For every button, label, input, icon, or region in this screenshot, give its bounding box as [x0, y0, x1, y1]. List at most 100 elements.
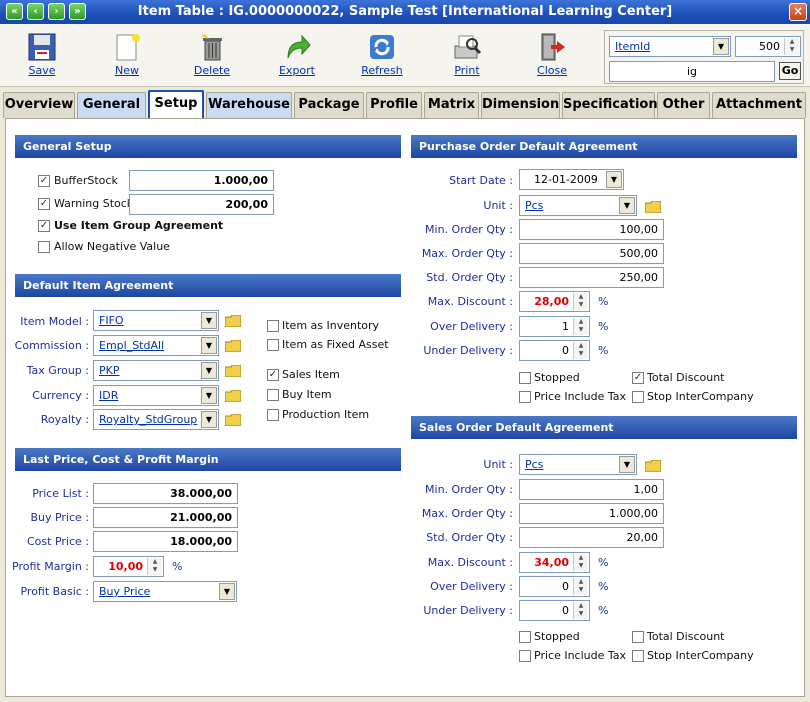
royalty-select[interactable]: Royalty_StdGroup ▼: [93, 409, 219, 430]
new-button[interactable]: New: [97, 28, 157, 84]
po-max-discount-label: Max. Discount :: [427, 295, 513, 308]
so-under-delivery-stepper[interactable]: 0 ▲ ▼: [519, 600, 590, 621]
po-stop-intercompany-checkbox[interactable]: [632, 391, 644, 403]
folder-icon[interactable]: [645, 460, 661, 472]
tab-attachment[interactable]: Attachment: [712, 92, 806, 118]
tab-setup[interactable]: Setup: [148, 90, 204, 118]
buy-price-field[interactable]: 21.000,00: [93, 507, 238, 528]
tax-group-value: PKP: [99, 364, 120, 377]
chevron-down-icon[interactable]: ▼: [713, 38, 729, 55]
po-under-delivery-stepper[interactable]: 0 ▲ ▼: [519, 340, 590, 361]
export-button[interactable]: Export: [267, 28, 327, 84]
po-std-qty-field[interactable]: 250,00: [519, 267, 664, 288]
save-button[interactable]: Save: [12, 28, 72, 84]
po-max-discount-stepper[interactable]: 28,00 ▲ ▼: [519, 291, 590, 312]
title-bar: « ‹ › » Item Table : IG.0000000022, Samp…: [0, 0, 810, 24]
search-field-select[interactable]: ItemId ▼: [609, 36, 731, 57]
tab-dimension[interactable]: Dimension: [481, 92, 560, 118]
spin-arrows-icon[interactable]: ▲ ▼: [573, 602, 588, 619]
folder-icon[interactable]: [225, 340, 241, 352]
start-date-picker[interactable]: 12-01-2009 ▼: [519, 169, 624, 190]
so-std-qty-field[interactable]: 20,00: [519, 527, 664, 548]
po-price-include-tax-checkbox[interactable]: [519, 391, 531, 403]
price-list-field[interactable]: 38.000,00: [93, 483, 238, 504]
buffer-stock-checkbox[interactable]: ✓: [38, 175, 50, 187]
folder-icon[interactable]: [225, 315, 241, 327]
po-under-delivery-value: 0: [562, 344, 569, 357]
refresh-button[interactable]: Refresh: [352, 28, 412, 84]
chevron-down-icon[interactable]: ▼: [619, 456, 635, 473]
po-total-discount-checkbox[interactable]: ✓: [632, 372, 644, 384]
use-group-agreement-checkbox[interactable]: ✓: [38, 220, 50, 232]
so-stopped-checkbox[interactable]: [519, 631, 531, 643]
chevron-down-icon[interactable]: ▼: [201, 337, 217, 354]
so-stop-intercompany-checkbox[interactable]: [632, 650, 644, 662]
print-button[interactable]: Print: [437, 28, 497, 84]
tab-overview[interactable]: Overview: [3, 92, 75, 118]
tab-matrix[interactable]: Matrix: [424, 92, 479, 118]
so-total-discount-checkbox[interactable]: [632, 631, 644, 643]
po-over-delivery-stepper[interactable]: 1 ▲ ▼: [519, 316, 590, 337]
tab-other[interactable]: Other: [657, 92, 710, 118]
so-unit-select[interactable]: Pcs ▼: [519, 454, 637, 475]
currency-select[interactable]: IDR ▼: [93, 385, 219, 406]
close-button[interactable]: Close: [522, 28, 582, 84]
so-min-qty-field[interactable]: 1,00: [519, 479, 664, 500]
profit-margin-stepper[interactable]: 10,00 ▲ ▼: [93, 556, 164, 577]
commission-select[interactable]: Empl_StdAll ▼: [93, 335, 219, 356]
warning-stock-field[interactable]: 200,00: [129, 194, 274, 215]
tab-specification[interactable]: Specification: [562, 92, 658, 118]
folder-icon[interactable]: [225, 390, 241, 402]
chevron-down-icon[interactable]: ▼: [201, 312, 217, 329]
chevron-down-icon[interactable]: ▼: [201, 387, 217, 404]
sales-item-checkbox[interactable]: ✓: [267, 369, 279, 381]
chevron-down-icon[interactable]: ▼: [619, 197, 635, 214]
folder-icon[interactable]: [225, 414, 241, 426]
tab-warehouse[interactable]: Warehouse: [206, 92, 292, 118]
delete-button[interactable]: Delete: [182, 28, 242, 84]
commission-value: Empl_StdAll: [99, 339, 165, 352]
item-as-fixed-asset-checkbox[interactable]: [267, 339, 279, 351]
currency-value: IDR: [99, 389, 119, 402]
chevron-down-icon[interactable]: ▼: [201, 411, 217, 428]
cost-price-field[interactable]: 18.000,00: [93, 531, 238, 552]
tax-group-select[interactable]: PKP ▼: [93, 360, 219, 381]
search-input[interactable]: ig: [609, 61, 775, 82]
po-max-qty-field[interactable]: 500,00: [519, 243, 664, 264]
profit-basic-select[interactable]: Buy Price ▼: [93, 581, 237, 602]
tab-package[interactable]: Package: [294, 92, 364, 118]
warning-stock-checkbox[interactable]: ✓: [38, 198, 50, 210]
chevron-down-icon[interactable]: ▼: [219, 583, 235, 600]
folder-icon[interactable]: [225, 365, 241, 377]
window-close-button[interactable]: ×: [789, 3, 807, 21]
exit-door-icon: [541, 33, 565, 61]
item-as-inventory-checkbox[interactable]: [267, 320, 279, 332]
spin-arrows-icon[interactable]: ▲ ▼: [147, 558, 162, 575]
tab-profile[interactable]: Profile: [366, 92, 422, 118]
allow-negative-checkbox[interactable]: [38, 241, 50, 253]
po-min-qty-field[interactable]: 100,00: [519, 219, 664, 240]
search-limit-stepper[interactable]: 500 ▲ ▼: [735, 36, 801, 57]
spin-arrows-icon[interactable]: ▲ ▼: [573, 342, 588, 359]
go-button[interactable]: Go: [779, 62, 801, 80]
item-model-select[interactable]: FIFO ▼: [93, 310, 219, 331]
spin-arrows-icon[interactable]: ▲ ▼: [573, 318, 588, 335]
cost-price-label: Cost Price :: [27, 535, 89, 548]
chevron-down-icon[interactable]: ▼: [201, 362, 217, 379]
spin-arrows-icon[interactable]: ▲ ▼: [573, 554, 588, 571]
chevron-down-icon[interactable]: ▼: [606, 171, 622, 188]
so-over-delivery-stepper[interactable]: 0 ▲ ▼: [519, 576, 590, 597]
tab-general[interactable]: General: [77, 92, 146, 118]
so-max-discount-stepper[interactable]: 34,00 ▲ ▼: [519, 552, 590, 573]
folder-icon[interactable]: [645, 201, 661, 213]
so-max-qty-field[interactable]: 1.000,00: [519, 503, 664, 524]
po-unit-select[interactable]: Pcs ▼: [519, 195, 637, 216]
buffer-stock-field[interactable]: 1.000,00: [129, 170, 274, 191]
spin-arrows-icon[interactable]: ▲ ▼: [573, 293, 588, 310]
spin-arrows-icon[interactable]: ▲ ▼: [784, 38, 799, 55]
production-item-checkbox[interactable]: [267, 409, 279, 421]
spin-arrows-icon[interactable]: ▲ ▼: [573, 578, 588, 595]
so-price-include-tax-checkbox[interactable]: [519, 650, 531, 662]
po-stopped-checkbox[interactable]: [519, 372, 531, 384]
buy-item-checkbox[interactable]: [267, 389, 279, 401]
